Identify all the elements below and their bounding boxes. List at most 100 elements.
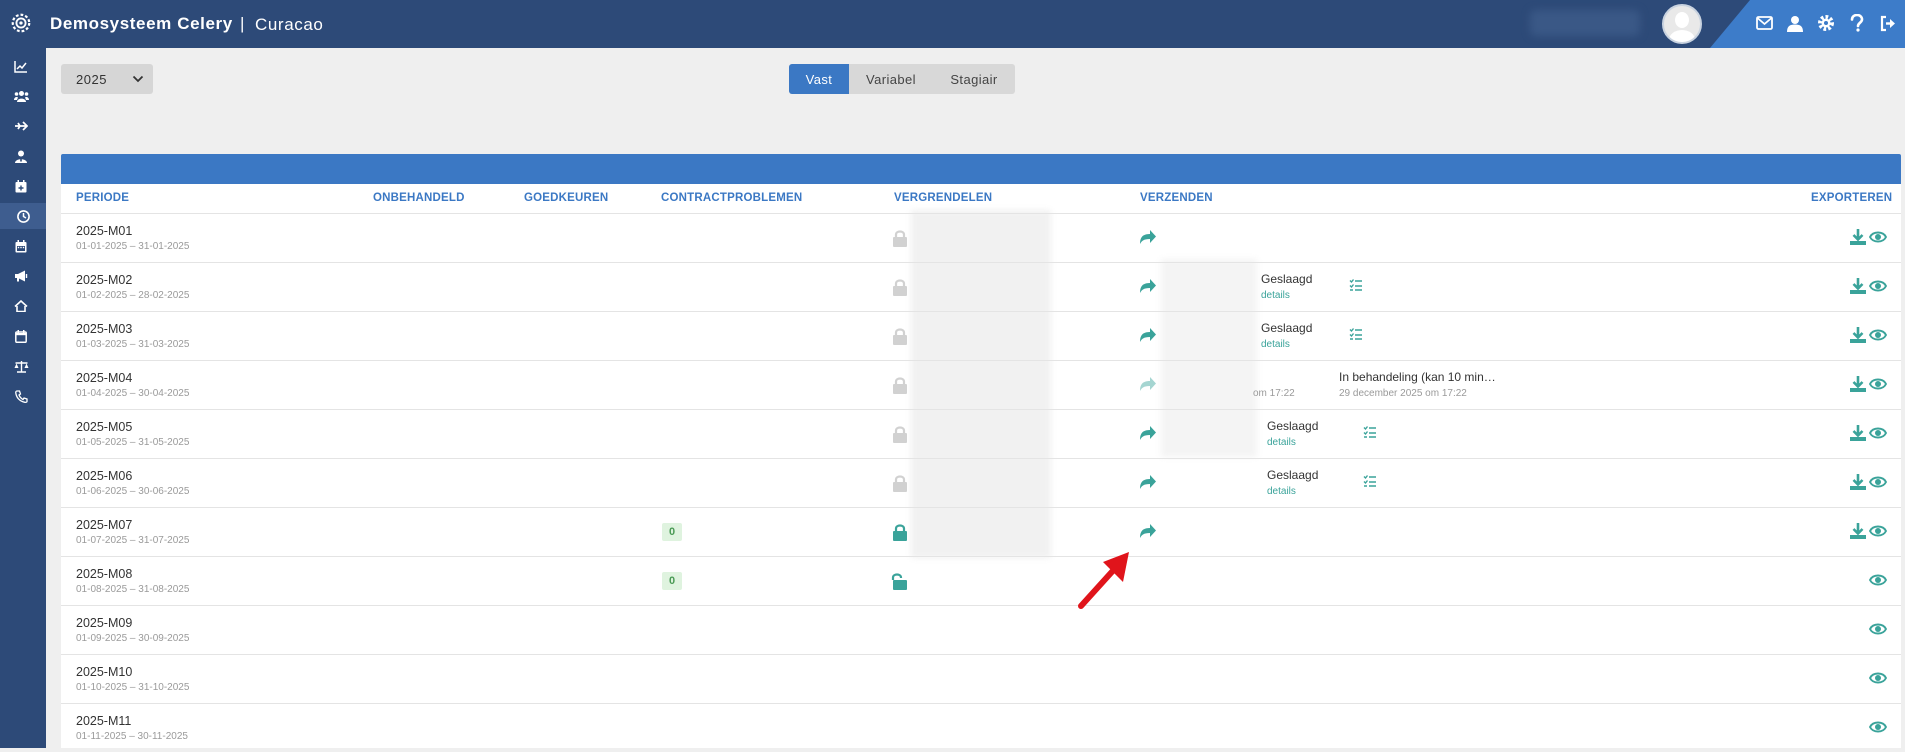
task-list-icon[interactable]	[1349, 327, 1363, 341]
chart-line-icon[interactable]	[10, 55, 32, 77]
table-row[interactable]: 2025-M02 01-02-2025 – 28-02-2025 Geslaag…	[61, 262, 1901, 311]
period-range: 01-01-2025 – 31-01-2025	[76, 241, 190, 252]
eye-icon[interactable]	[1869, 669, 1887, 687]
task-list-icon[interactable]	[1363, 425, 1377, 439]
table-row[interactable]: 2025-M04 01-04-2025 – 30-04-2025 om 17:2…	[61, 360, 1901, 409]
scale-icon[interactable]	[10, 355, 32, 377]
send-status: Geslaagd	[1261, 272, 1313, 286]
user-name-blurred	[1530, 10, 1640, 36]
col-exporteren[interactable]: EXPORTEREN	[1811, 192, 1892, 204]
period-name: 2025-M03	[76, 322, 133, 336]
task-list-icon[interactable]	[1349, 278, 1363, 292]
gear-logo-icon[interactable]	[10, 12, 32, 34]
table-row[interactable]: 2025-M09 01-09-2025 – 30-09-2025	[61, 605, 1901, 654]
help-icon[interactable]	[1846, 12, 1868, 34]
eye-icon[interactable]	[1869, 718, 1887, 736]
clock-icon[interactable]	[0, 203, 46, 229]
col-goedkeuren[interactable]: GOEDKEUREN	[524, 192, 608, 204]
period-name: 2025-M07	[76, 518, 133, 532]
user-tie-icon[interactable]	[10, 145, 32, 167]
download-icon[interactable]	[1849, 522, 1867, 540]
tab-variabel[interactable]: Variabel	[849, 64, 933, 94]
download-icon[interactable]	[1849, 326, 1867, 344]
table-row[interactable]: 2025-M08 01-08-2025 – 31-08-2025 0	[61, 556, 1901, 605]
send-arrow-icon[interactable]	[1139, 424, 1157, 442]
envelope-icon[interactable]	[1753, 12, 1775, 34]
col-vergrendelen[interactable]: VERGRENDELEN	[894, 192, 992, 204]
send-arrow-icon[interactable]	[1139, 326, 1157, 344]
megaphone-icon[interactable]	[10, 265, 32, 287]
col-periode[interactable]: PERIODE	[76, 192, 129, 204]
unlock-icon[interactable]	[891, 572, 909, 590]
details-link[interactable]: details	[1261, 290, 1290, 301]
send-arrow-icon[interactable]	[1139, 473, 1157, 491]
table-row[interactable]: 2025-M03 01-03-2025 – 31-03-2025 Geslaag…	[61, 311, 1901, 360]
eye-icon[interactable]	[1869, 522, 1887, 540]
lock-icon	[893, 426, 907, 443]
tab-vast[interactable]: Vast	[789, 64, 849, 94]
send-arrow-icon[interactable]	[1139, 277, 1157, 295]
send-status-date: 29 december 2025 om 17:22	[1339, 388, 1467, 399]
period-name: 2025-M06	[76, 469, 133, 483]
send-time-partial: om 17:22	[1253, 388, 1295, 399]
col-contractproblemen[interactable]: CONTRACTPROBLEMEN	[661, 192, 802, 204]
download-icon[interactable]	[1849, 277, 1867, 295]
table-row[interactable]: 2025-M01 01-01-2025 – 31-01-2025	[61, 213, 1901, 262]
calendar-icon[interactable]	[10, 235, 32, 257]
avatar[interactable]	[1662, 4, 1702, 44]
send-arrow-icon[interactable]	[1139, 522, 1157, 540]
eye-icon[interactable]	[1869, 473, 1887, 491]
contract-problems-badge[interactable]: 0	[662, 572, 682, 590]
table-row[interactable]: 2025-M06 01-06-2025 – 30-06-2025 Geslaag…	[61, 458, 1901, 507]
periods-table: PERIODE ONBEHANDELD GOEDKEUREN CONTRACTP…	[61, 184, 1901, 748]
year-select[interactable]: 2025	[61, 64, 153, 94]
lock-icon[interactable]	[891, 523, 909, 541]
download-icon[interactable]	[1849, 228, 1867, 246]
download-icon[interactable]	[1849, 375, 1867, 393]
download-icon[interactable]	[1849, 424, 1867, 442]
col-onbehandeld[interactable]: ONBEHANDELD	[373, 192, 465, 204]
user-icon[interactable]	[1784, 12, 1806, 34]
lock-icon	[893, 377, 907, 394]
table-row[interactable]: 2025-M07 01-07-2025 – 31-07-2025 0	[61, 507, 1901, 556]
employee-type-tabs: Vast Variabel Stagiair	[789, 64, 1015, 94]
tab-stagiair[interactable]: Stagiair	[933, 64, 1015, 94]
eye-icon[interactable]	[1869, 571, 1887, 589]
period-name: 2025-M11	[76, 714, 132, 728]
users-icon[interactable]	[10, 85, 32, 107]
plane-icon[interactable]	[10, 115, 32, 137]
eye-icon[interactable]	[1869, 326, 1887, 344]
details-link[interactable]: details	[1261, 339, 1290, 350]
title-separator: |	[240, 14, 245, 33]
send-arrow-icon	[1140, 377, 1156, 391]
contract-problems-badge[interactable]: 0	[662, 523, 682, 541]
period-name: 2025-M04	[76, 371, 133, 385]
gear-icon[interactable]	[1815, 12, 1837, 34]
table-row[interactable]: 2025-M11 01-11-2025 – 30-11-2025	[61, 703, 1901, 752]
lock-icon	[893, 230, 907, 247]
eye-icon[interactable]	[1869, 424, 1887, 442]
phone-icon[interactable]	[10, 385, 32, 407]
table-row[interactable]: 2025-M10 01-10-2025 – 31-10-2025	[61, 654, 1901, 703]
period-range: 01-05-2025 – 31-05-2025	[76, 437, 190, 448]
logout-icon[interactable]	[1877, 12, 1899, 34]
home-icon[interactable]	[10, 295, 32, 317]
details-link[interactable]: details	[1267, 486, 1296, 497]
period-range: 01-09-2025 – 30-09-2025	[76, 633, 190, 644]
download-icon[interactable]	[1849, 473, 1867, 491]
lock-icon	[893, 279, 907, 296]
period-name: 2025-M08	[76, 567, 133, 581]
calendar-day-icon[interactable]	[10, 325, 32, 347]
col-verzenden[interactable]: VERZENDEN	[1140, 192, 1213, 204]
table-row[interactable]: 2025-M05 01-05-2025 – 31-05-2025 Geslaag…	[61, 409, 1901, 458]
task-list-icon[interactable]	[1363, 474, 1377, 488]
eye-icon[interactable]	[1869, 277, 1887, 295]
details-link[interactable]: details	[1267, 437, 1296, 448]
calendar-plus-icon[interactable]	[10, 175, 32, 197]
year-value: 2025	[76, 71, 107, 87]
eye-icon[interactable]	[1869, 620, 1887, 638]
lock-icon	[893, 328, 907, 345]
eye-icon[interactable]	[1869, 228, 1887, 246]
send-arrow-icon[interactable]	[1139, 228, 1157, 246]
eye-icon[interactable]	[1869, 375, 1887, 393]
